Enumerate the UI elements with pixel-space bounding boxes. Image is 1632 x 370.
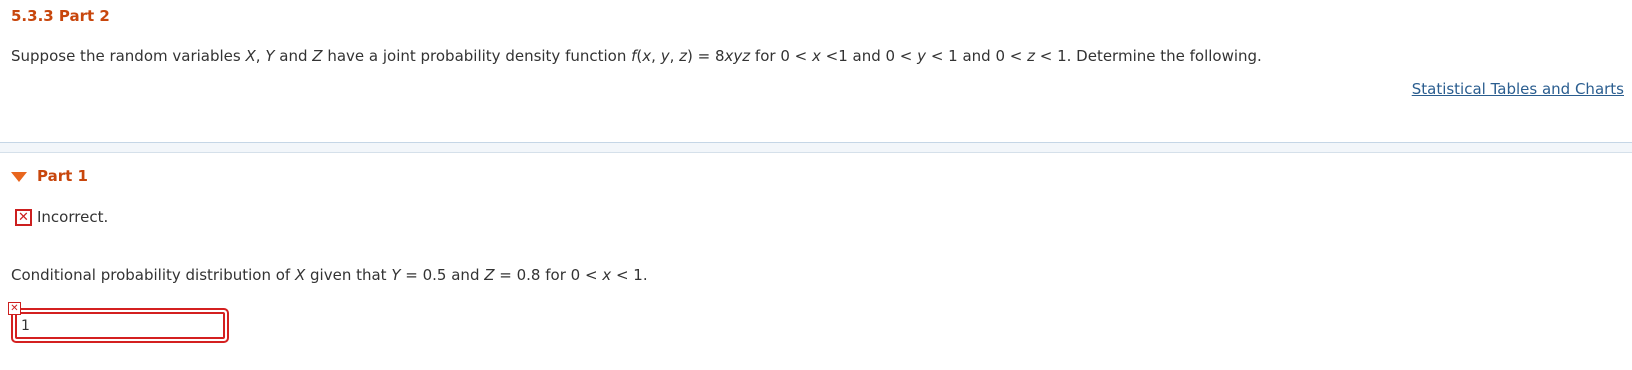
error-marker-icon: ✕ (8, 302, 21, 315)
incorrect-icon: ✕ (15, 208, 32, 226)
answer-input[interactable] (15, 312, 225, 339)
section-divider-bottom (0, 152, 1632, 153)
answer-field-error-frame (11, 308, 229, 343)
feedback-text: Incorrect. (37, 208, 109, 226)
part-1-toggle[interactable]: Part 1 (11, 167, 88, 185)
section-divider-band (0, 143, 1632, 152)
part-label: Part 1 (37, 167, 88, 185)
question-text: Conditional probability distribution of … (11, 266, 648, 284)
caret-down-icon[interactable] (11, 171, 27, 182)
problem-title: 5.3.3 Part 2 (11, 7, 110, 25)
statistical-tables-link[interactable]: Statistical Tables and Charts (1412, 80, 1624, 98)
problem-statement: Suppose the random variables X, Y and Z … (11, 47, 1262, 65)
feedback-incorrect: ✕ Incorrect. (15, 208, 108, 226)
